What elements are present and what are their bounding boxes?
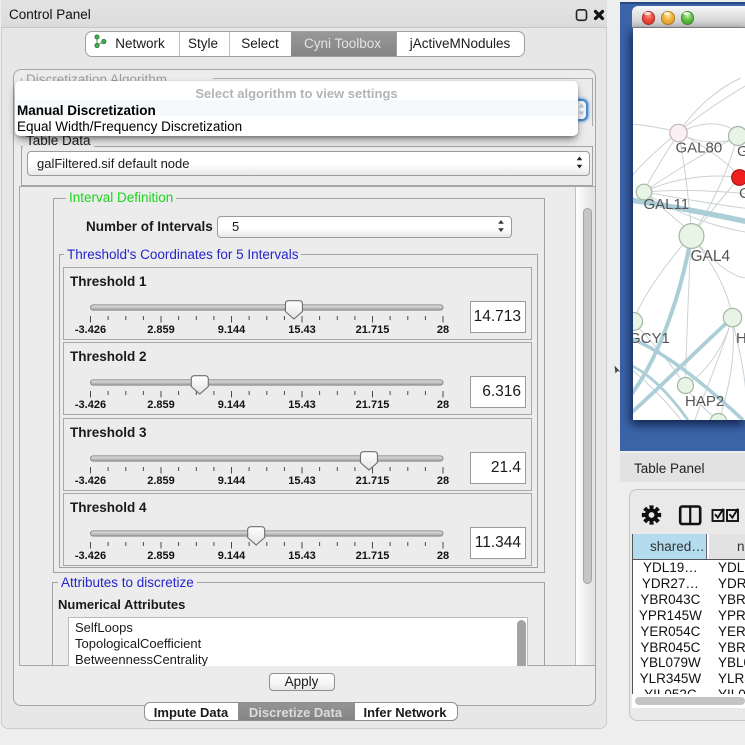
svg-text:GAL80: GAL80 <box>675 140 722 157</box>
svg-text:-3.426: -3.426 <box>75 550 106 562</box>
svg-text:21.715: 21.715 <box>356 324 390 336</box>
svg-text:G.: G. <box>737 143 745 160</box>
svg-text:C: C <box>739 185 745 202</box>
svg-text:21.715: 21.715 <box>356 399 390 411</box>
svg-text:HAP2: HAP2 <box>685 393 724 410</box>
svg-text:28: 28 <box>437 399 449 411</box>
svg-text:15.43: 15.43 <box>288 324 316 336</box>
svg-text:H: H <box>736 330 745 347</box>
svg-text:9.144: 9.144 <box>218 550 246 562</box>
svg-text:28: 28 <box>437 475 449 487</box>
svg-text:GAL4: GAL4 <box>690 248 730 265</box>
svg-text:21.715: 21.715 <box>356 550 390 562</box>
svg-text:28: 28 <box>437 550 449 562</box>
svg-text:2.859: 2.859 <box>147 399 175 411</box>
svg-text:9.144: 9.144 <box>218 399 246 411</box>
svg-text:15.43: 15.43 <box>288 475 316 487</box>
svg-text:GCY1: GCY1 <box>633 330 670 347</box>
svg-text:9.144: 9.144 <box>218 475 246 487</box>
svg-text:2.859: 2.859 <box>147 550 175 562</box>
svg-text:2.859: 2.859 <box>147 475 175 487</box>
svg-text:-3.426: -3.426 <box>75 324 106 336</box>
svg-text:15.43: 15.43 <box>288 399 316 411</box>
svg-text:-3.426: -3.426 <box>75 399 106 411</box>
svg-text:21.715: 21.715 <box>356 475 390 487</box>
svg-text:GAL11: GAL11 <box>643 196 689 213</box>
svg-text:28: 28 <box>437 324 449 336</box>
svg-text:2.859: 2.859 <box>147 324 175 336</box>
svg-text:-3.426: -3.426 <box>75 475 106 487</box>
svg-text:15.43: 15.43 <box>288 550 316 562</box>
svg-text:9.144: 9.144 <box>218 324 246 336</box>
